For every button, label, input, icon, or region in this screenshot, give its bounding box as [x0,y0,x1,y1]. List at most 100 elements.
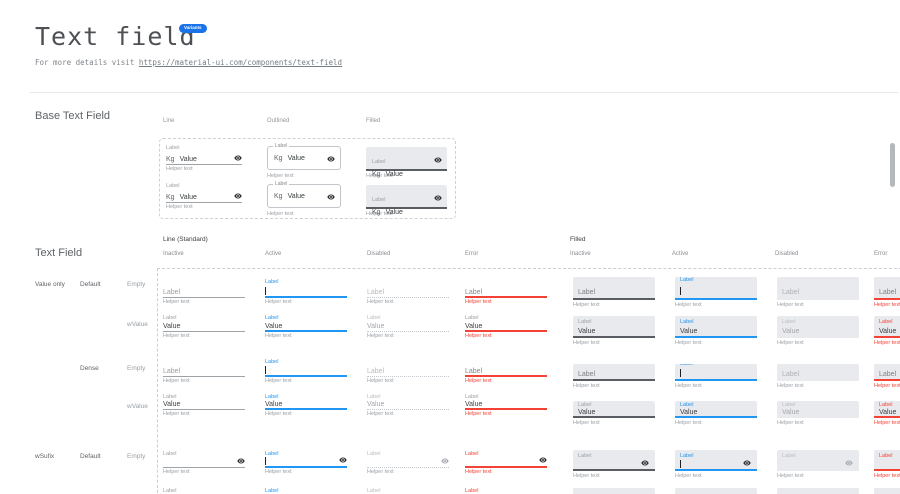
group-header-filled: Filled [570,236,586,243]
text-field-filled-error[interactable]: LabelValueHelper text [874,393,900,427]
base-text-field-line[interactable]: Label KgValue Helper text [166,144,242,173]
text-field-line-inactive[interactable]: LabelHelper text [163,277,245,306]
text-field-line-active[interactable]: LabelHelper text [265,277,347,306]
text-field-line-active[interactable]: LabelValueHelper text [265,313,347,340]
field-fill-box: Label [874,364,900,381]
text-field-filled-disabled[interactable]: Label [777,486,859,494]
text-field-line-disabled[interactable]: LabelValueHelper text [367,313,449,340]
text-field-filled-inactive[interactable]: LabelValueHelper text [573,313,655,347]
text-field-line-disabled[interactable]: LabelHelper text [367,448,449,476]
visibility-icon[interactable] [441,457,449,465]
visibility-icon[interactable] [743,459,751,467]
visibility-icon[interactable] [339,456,347,464]
base-text-field-line[interactable]: Label KgValue Helper text [166,182,242,211]
docs-link[interactable]: https://material-ui.com/components/text-… [139,58,342,67]
text-field-line-error[interactable]: LabelValueHelper text [465,393,547,418]
field-input-line [367,457,449,468]
text-field-line-active[interactable]: LabelValueHelper text [265,393,347,418]
text-field-line-disabled[interactable]: Label [367,486,449,494]
text-field-filled-disabled[interactable]: LabelHelper text [777,277,859,309]
state-header-disabled: Disabled [367,251,390,257]
visibility-icon[interactable] [237,457,245,465]
field-fill-box: Label [573,450,655,471]
text-caret [680,369,681,377]
text-field-line-error[interactable]: LabelValueHelper text [465,313,547,340]
field-input-line: Value [782,325,854,335]
text-field-line-active[interactable]: Label [265,486,347,494]
text-field-filled-error[interactable]: Label [874,486,900,494]
text-field-filled-active[interactable]: LabelValueHelper text [675,313,757,347]
text-field-filled-active[interactable]: Label [675,486,757,494]
field-label: Label [163,289,180,296]
text-field-filled-active[interactable]: LabelHelper text [675,448,757,480]
text-field-line-disabled[interactable]: LabelHelper text [367,277,449,306]
text-field-filled-inactive[interactable]: LabelHelper text [573,448,655,480]
text-field-filled-inactive[interactable]: LabelHelper text [573,277,655,309]
text-field-line-error[interactable]: LabelHelper text [465,277,547,306]
field-value: Value [180,194,197,201]
field-helper-text: Helper text [777,421,859,427]
field-value: Value [879,328,896,335]
text-field-filled-inactive[interactable]: LabelValueHelper text [573,393,655,427]
visibility-icon[interactable] [434,194,442,202]
text-field-line-active[interactable]: LabelHelper text [265,448,347,476]
field-helper-text: Helper text [573,341,655,347]
base-text-field-filled[interactable]: LabelKgValue Helper text [366,147,442,180]
base-text-field-outlined[interactable]: LabelKgValue Helper text [267,184,343,218]
design-canvas: Text field Variants For more details vis… [0,0,900,494]
text-field-filled-error[interactable]: LabelHelper text [874,448,900,480]
text-field-filled-error[interactable]: LabelHelper text [874,358,900,390]
text-field-filled-error[interactable]: LabelValueHelper text [874,313,900,347]
field-fill-box: Label [874,488,900,494]
visibility-icon[interactable] [234,192,242,200]
text-field-filled-inactive[interactable]: Label [573,486,655,494]
field-input-line [782,459,854,469]
row-label-mode: wValue [127,321,148,328]
visibility-icon[interactable] [434,156,442,164]
text-field-line-disabled[interactable]: LabelHelper text [367,358,449,385]
text-field-filled-disabled[interactable]: LabelHelper text [777,358,859,390]
visibility-icon[interactable] [641,459,649,467]
base-text-field-filled[interactable]: LabelKgValue Helper text [366,185,442,218]
visibility-icon[interactable] [234,154,242,162]
field-fill-box: Label [573,488,655,494]
field-helper-text: Helper text [163,379,245,385]
field-helper-text: Helper text [874,341,900,347]
text-field-filled-error[interactable]: LabelHelper text [874,277,900,309]
field-helper-text: Helper text [265,300,347,306]
field-value: Value [680,328,697,335]
text-field-filled-active[interactable]: LabelHelper text [675,277,757,309]
text-field-line-inactive[interactable]: LabelValueHelper text [163,393,245,418]
visibility-icon[interactable] [327,193,335,201]
text-field-filled-inactive[interactable]: LabelHelper text [573,358,655,390]
visibility-icon[interactable] [539,456,547,464]
field-input-line: Value [680,325,752,335]
column-header-filled: Filled [366,118,380,124]
field-label: Label [372,159,385,165]
text-field-line-error[interactable]: LabelHelper text [465,448,547,476]
field-input-line: Label [782,283,854,296]
state-header-error: Error [465,251,478,257]
text-field-line-error[interactable]: Label [465,486,547,494]
text-field-line-disabled[interactable]: LabelValueHelper text [367,393,449,418]
text-field-filled-active[interactable]: LabelHelper text [675,358,757,390]
text-field-filled-disabled[interactable]: LabelValueHelper text [777,393,859,427]
visibility-icon[interactable] [327,155,335,163]
field-helper-text: Helper text [675,421,757,427]
field-input-line [465,457,547,468]
text-field-filled-disabled[interactable]: LabelValueHelper text [777,313,859,347]
scrollbar-thumb[interactable] [890,143,895,187]
text-field-line-active[interactable]: LabelHelper text [265,358,347,385]
text-field-line-inactive[interactable]: LabelValueHelper text [163,313,245,340]
field-input-line: Label [163,285,245,298]
text-field-line-inactive[interactable]: LabelHelper text [163,448,245,476]
visibility-icon[interactable] [845,459,853,467]
text-field-line-error[interactable]: LabelHelper text [465,358,547,385]
field-input-line: Value [265,400,347,410]
text-field-line-inactive[interactable]: LabelHelper text [163,358,245,385]
text-field-filled-disabled[interactable]: LabelHelper text [777,448,859,480]
field-value: Value [163,323,180,330]
text-field-line-inactive[interactable]: Label [163,486,245,494]
text-field-filled-active[interactable]: LabelValueHelper text [675,393,757,427]
base-text-field-outlined[interactable]: LabelKgValue Helper text [267,146,343,180]
